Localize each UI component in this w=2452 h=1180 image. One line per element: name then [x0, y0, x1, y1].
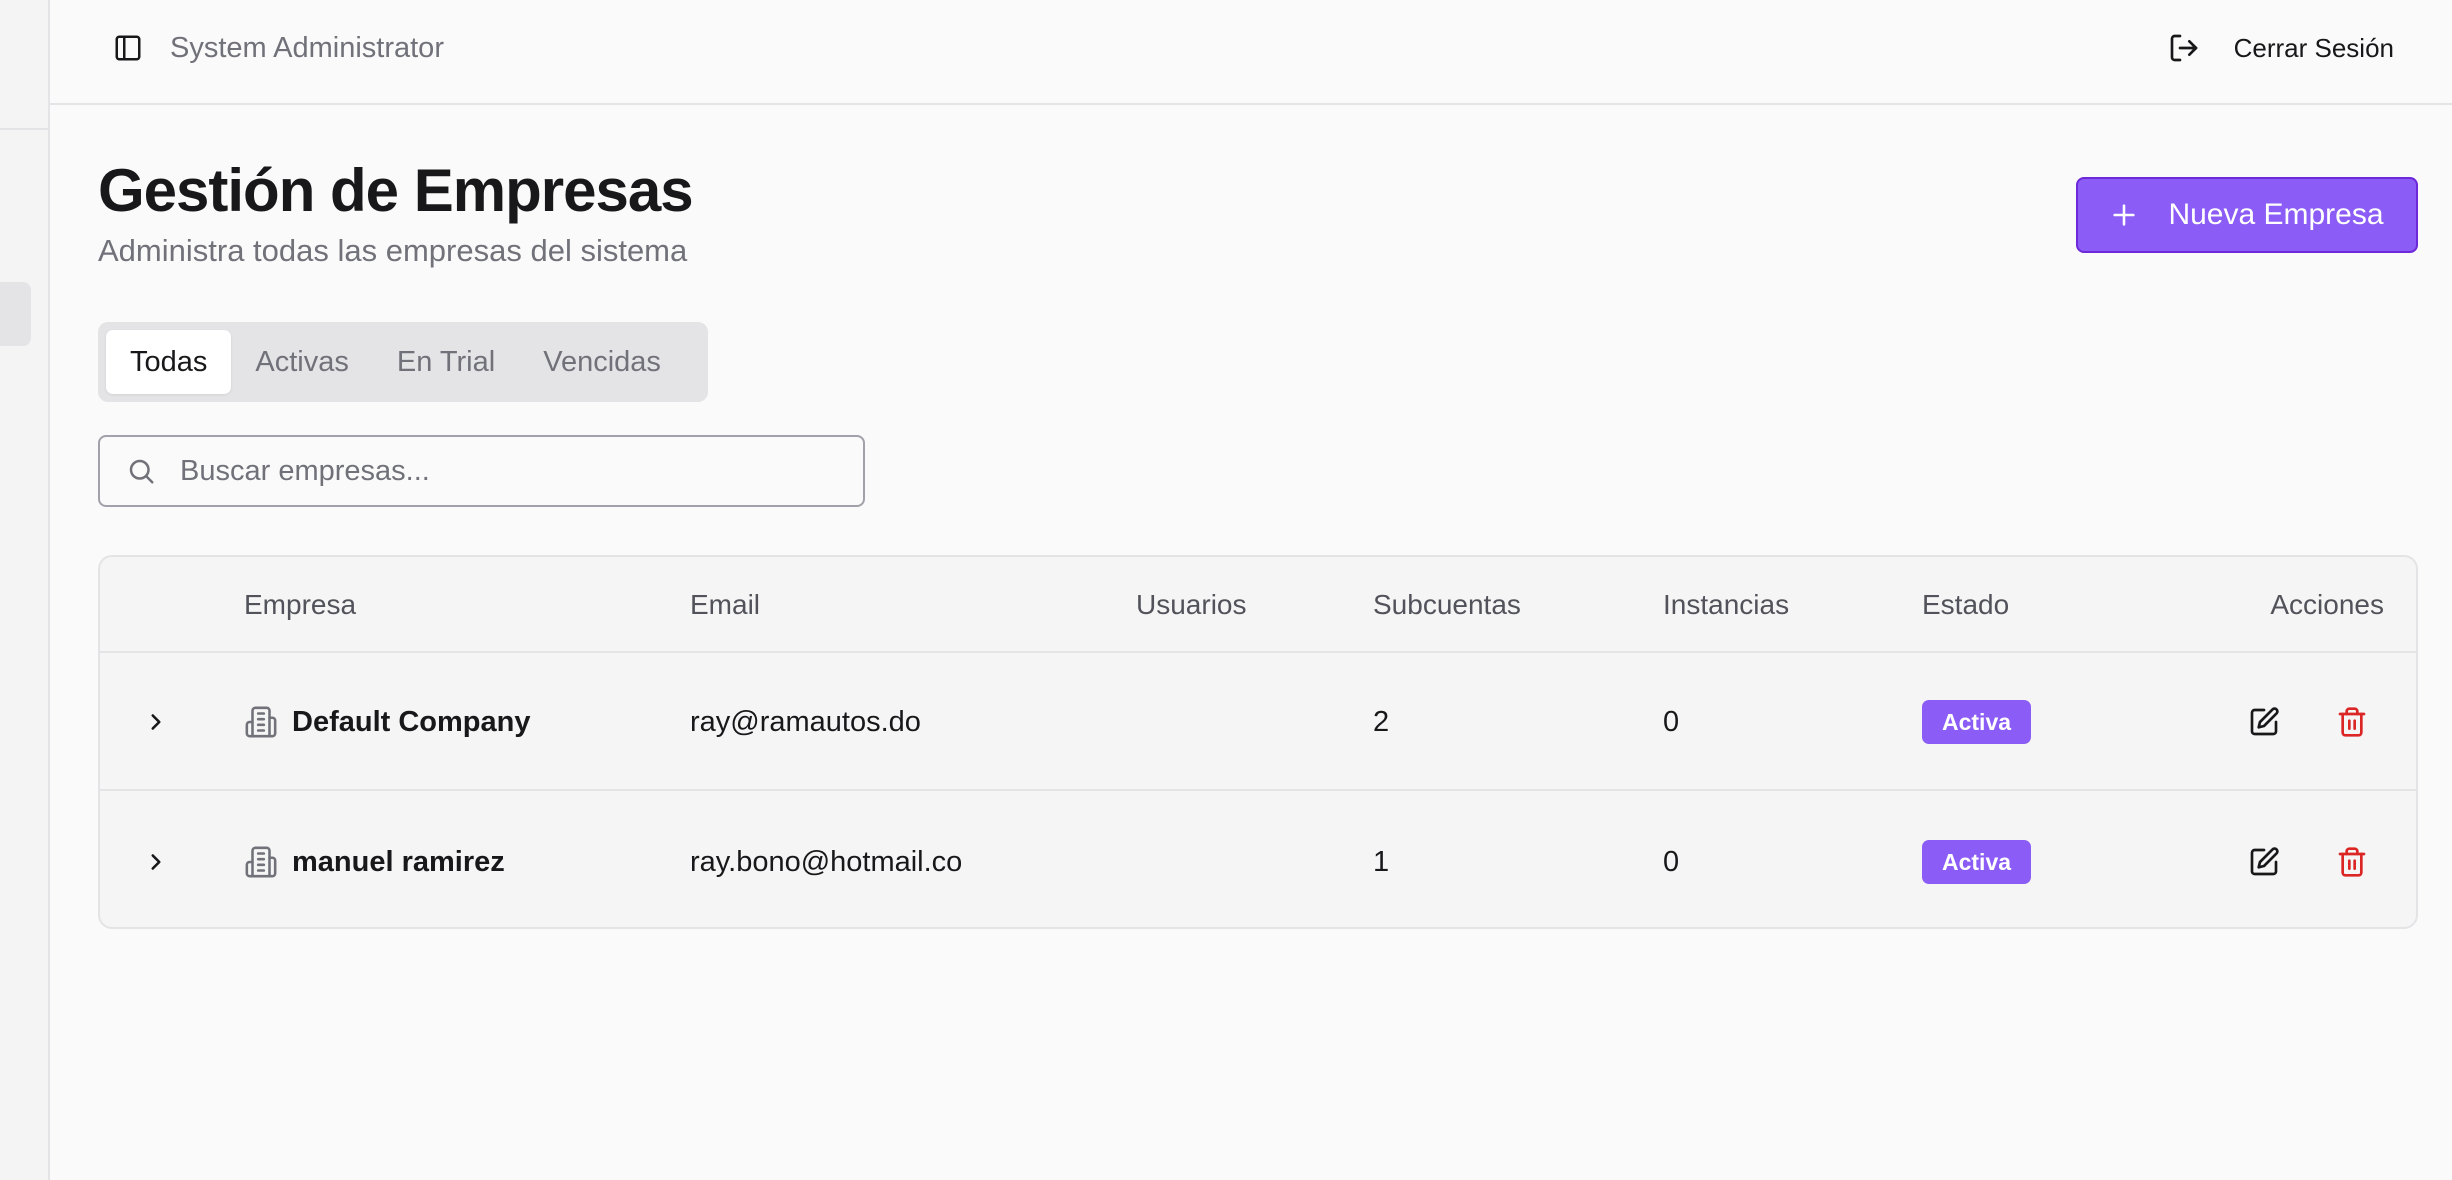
company-subaccounts: 2 — [1373, 705, 1390, 738]
tab-en-trial[interactable]: En Trial — [373, 330, 519, 394]
search-icon — [124, 454, 158, 488]
new-company-button[interactable]: Nueva Empresa — [2076, 177, 2418, 253]
status-badge: Activa — [1922, 840, 2032, 884]
column-header-acciones: Acciones — [2270, 589, 2384, 620]
table-row: Default Company ray@ramautos.do 2 0 Acti… — [100, 653, 2416, 791]
tab-activas[interactable]: Activas — [231, 330, 372, 394]
column-header-instancias: Instancias — [1663, 589, 1790, 620]
delete-button[interactable] — [2330, 700, 2374, 744]
panel-left-icon — [115, 35, 141, 61]
tab-todas[interactable]: Todas — [106, 330, 232, 394]
edit-button[interactable] — [2242, 840, 2286, 884]
search-box — [98, 435, 865, 507]
trash-icon — [2338, 707, 2366, 737]
chevron-right-icon — [151, 854, 161, 870]
page-title: Gestión de Empresas — [98, 157, 694, 224]
plus-icon — [2113, 204, 2136, 226]
column-header-usuarios: Usuarios — [1136, 589, 1247, 620]
column-header-email: Email — [690, 589, 761, 620]
building-icon — [245, 706, 277, 738]
edit-icon — [2250, 707, 2279, 736]
building-icon — [245, 846, 277, 878]
chevron-right-icon — [151, 714, 161, 730]
user-role-label: System Administrator — [170, 32, 444, 64]
edit-button[interactable] — [2242, 700, 2286, 744]
sidebar-item-active[interactable] — [0, 282, 31, 346]
trash-icon — [2338, 847, 2366, 877]
log-out-icon — [2170, 34, 2197, 62]
column-header-subcuentas: Subcuentas — [1373, 589, 1521, 620]
search-input[interactable] — [180, 454, 820, 488]
delete-button[interactable] — [2330, 840, 2374, 884]
logout-button[interactable]: Cerrar Sesión — [2168, 26, 2394, 70]
tab-vencidas[interactable]: Vencidas — [519, 330, 685, 394]
company-instances: 0 — [1663, 845, 1680, 878]
new-company-label: Nueva Empresa — [2168, 198, 2384, 231]
company-name: manuel ramirez — [292, 845, 505, 878]
company-instances: 0 — [1663, 705, 1680, 738]
expand-row-button[interactable] — [138, 709, 174, 735]
column-header-estado: Estado — [1922, 589, 2010, 620]
sidebar — [0, 0, 50, 1180]
company-email: ray@ramautos.do — [690, 705, 921, 738]
status-badge: Activa — [1922, 700, 2032, 744]
table-header: Empresa Email Usuarios Subcuentas Instan… — [100, 557, 2416, 653]
companies-table: Empresa Email Usuarios Subcuentas Instan… — [98, 555, 2418, 929]
expand-row-button[interactable] — [138, 849, 174, 875]
company-name: Default Company — [292, 705, 531, 738]
filter-tabs: Todas Activas En Trial Vencidas — [98, 322, 708, 402]
sidebar-toggle-button[interactable] — [110, 30, 146, 66]
logout-label: Cerrar Sesión — [2233, 32, 2394, 63]
column-header-empresa: Empresa — [244, 589, 357, 620]
company-subaccounts: 1 — [1373, 845, 1390, 878]
table-row: manuel ramirez ray.bono@hotmail.co 1 0 A… — [100, 793, 2416, 927]
page-subtitle: Administra todas las empresas del sistem… — [98, 233, 688, 268]
top-bar: System Administrator Cerrar Sesión — [50, 0, 2452, 105]
company-email: ray.bono@hotmail.co — [690, 845, 963, 878]
edit-icon — [2250, 847, 2279, 876]
sidebar-header — [0, 0, 48, 130]
